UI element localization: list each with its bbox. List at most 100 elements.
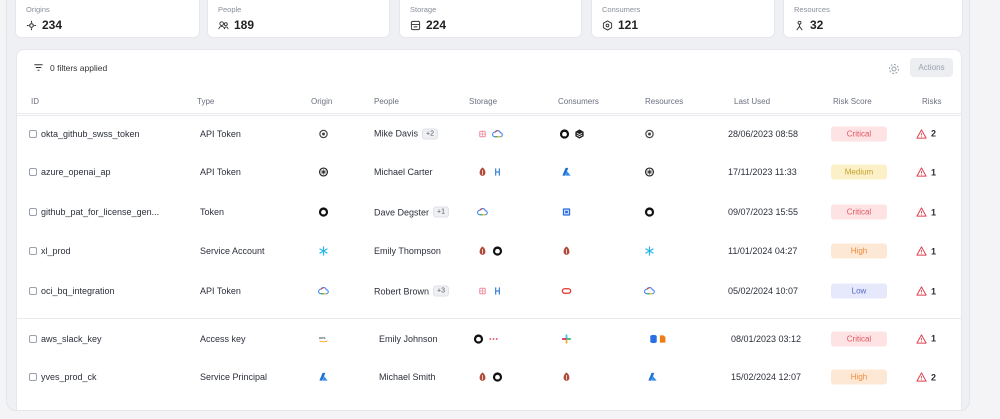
risk-count: 1	[931, 286, 937, 296]
risk-score-badge: High	[831, 243, 887, 259]
risks-cell[interactable]: 1	[916, 167, 936, 178]
risks-cell[interactable]: 1	[916, 286, 936, 297]
column-header-storage[interactable]: Storage	[469, 97, 497, 106]
last-used: 17/11/2023 11:33	[728, 167, 797, 177]
people-cell[interactable]: Michael Smith	[379, 372, 436, 382]
column-header-risk-score[interactable]: Risk Score	[833, 97, 872, 106]
secrets-table-panel: 0 filters applied Actions ID Type Origin…	[16, 49, 962, 411]
stat-card-people[interactable]: People 189	[207, 0, 390, 38]
risk-score-cell: High	[831, 243, 887, 259]
azure-icon	[561, 167, 572, 178]
last-used-cell: 15/02/2024 12:07	[731, 372, 801, 382]
risks-cell[interactable]: 1	[916, 207, 936, 218]
svg-text:aws: aws	[319, 336, 326, 340]
column-header-type[interactable]: Type	[197, 97, 214, 106]
actions-button[interactable]: Actions	[910, 58, 953, 77]
more-people-badge[interactable]: +2	[422, 128, 438, 139]
consumers-cell	[561, 207, 572, 218]
stat-label: Consumers	[602, 5, 641, 14]
filter-icon	[33, 62, 44, 73]
table-row[interactable]: oci_bq_integration API Token Robert Brown +…	[17, 271, 961, 311]
table-row[interactable]: github_pat_for_license_gen... Token Dave D…	[17, 192, 961, 232]
column-header-last-used[interactable]: Last Used	[734, 97, 770, 106]
risk-score-badge: Medium	[831, 164, 887, 180]
resources-cell	[648, 333, 670, 344]
resources-cell	[644, 207, 655, 218]
stat-value: 32	[810, 18, 824, 32]
row-checkbox[interactable]	[29, 287, 37, 295]
risk-score-cell: Low	[831, 283, 887, 299]
stat-card-origins[interactable]: Origins 234	[15, 0, 200, 38]
column-header-risks[interactable]: Risks	[922, 97, 942, 106]
column-header-id[interactable]: ID	[31, 97, 39, 106]
gear-icon[interactable]	[887, 62, 901, 76]
table-row[interactable]: okta_github_swss_token API Token Mike Davi…	[17, 113, 961, 153]
column-header-resources[interactable]: Resources	[645, 97, 683, 106]
google-cloud-icon	[477, 207, 488, 218]
stat-label: People	[218, 5, 242, 14]
filters-toggle[interactable]: 0 filters applied	[33, 62, 107, 73]
id-cell: github_pat_for_license_gen...	[29, 207, 159, 217]
risks-cell[interactable]: 2	[916, 128, 936, 139]
more-people-badge[interactable]: +3	[433, 285, 450, 297]
table-row[interactable]: yves_prod_ck Service Principal Michael Smi…	[17, 357, 961, 397]
people-cell[interactable]: Emily Thompson	[374, 246, 441, 256]
secret-type: API Token	[200, 286, 241, 296]
warning-triangle-icon	[916, 286, 927, 297]
people-cell[interactable]: Dave Degster +1	[374, 206, 450, 218]
origin-cell	[318, 246, 329, 257]
consumers-icon	[602, 19, 613, 31]
stat-card-resources[interactable]: Resources 32	[783, 0, 963, 38]
column-header-consumers[interactable]: Consumers	[558, 97, 599, 106]
risks-cell[interactable]: 2	[916, 372, 936, 383]
row-checkbox[interactable]	[29, 247, 37, 255]
risk-score-badge: Critical	[831, 331, 887, 346]
people-icon	[218, 20, 229, 31]
risks-cell[interactable]: 1	[916, 246, 936, 257]
okta-icon	[318, 128, 329, 139]
last-used-cell: 28/06/2023 08:58	[728, 129, 798, 139]
type-cell: Access key	[200, 334, 246, 344]
storage-icon	[410, 20, 421, 31]
people-cell[interactable]: Robert Brown +3	[374, 285, 450, 297]
resources-cell	[647, 372, 658, 383]
stat-label: Origins	[26, 5, 50, 14]
type-cell: Service Principal	[200, 372, 267, 382]
table-row[interactable]: azure_openai_ap API Token Michael Carter 17…	[17, 152, 961, 192]
row-checkbox[interactable]	[29, 373, 37, 381]
row-checkbox[interactable]	[29, 168, 37, 176]
warning-triangle-icon	[916, 333, 927, 344]
risk-count: 1	[931, 333, 937, 344]
people-cell[interactable]: Michael Carter	[374, 167, 433, 177]
stat-card-consumers[interactable]: Consumers 121	[591, 0, 775, 38]
oracle-icon	[561, 286, 572, 297]
last-used-cell: 17/11/2023 11:33	[728, 167, 797, 177]
table-row[interactable]: xl_prod Service Account Emily Thompson 11/0…	[17, 231, 961, 271]
column-header-origin[interactable]: Origin	[311, 97, 332, 106]
pink-app-icon	[477, 128, 488, 139]
secret-type: Service Account	[200, 246, 265, 256]
row-checkbox[interactable]	[29, 208, 37, 216]
table-row[interactable]: aws_slack_key Access key aws Emily Johnson 0…	[17, 318, 961, 358]
storage-cell	[477, 128, 503, 139]
stat-label: Storage	[410, 5, 437, 14]
row-checkbox[interactable]	[29, 129, 37, 138]
person-name: Emily Johnson	[379, 333, 438, 344]
risks-cell[interactable]: 1	[916, 333, 936, 344]
snowflake-icon	[318, 246, 329, 257]
row-checkbox[interactable]	[29, 334, 37, 343]
column-header-people[interactable]: People	[374, 97, 399, 106]
people-cell[interactable]: Emily Johnson	[379, 334, 438, 344]
resources-cell	[644, 128, 655, 139]
secret-type: Token	[200, 207, 225, 217]
person-name: Dave Degster	[374, 207, 430, 217]
last-used-cell: 09/07/2023 15:55	[728, 207, 798, 217]
stat-value: 121	[618, 18, 639, 32]
more-people-badge[interactable]: +1	[433, 206, 450, 218]
people-cell[interactable]: Mike Davis +2	[374, 128, 438, 139]
risk-count: 1	[931, 167, 937, 177]
github-icon	[492, 246, 503, 257]
secret-id: github_pat_for_license_gen...	[41, 207, 160, 217]
storage-cell	[477, 167, 503, 178]
stat-card-storage[interactable]: Storage 224	[399, 0, 582, 38]
